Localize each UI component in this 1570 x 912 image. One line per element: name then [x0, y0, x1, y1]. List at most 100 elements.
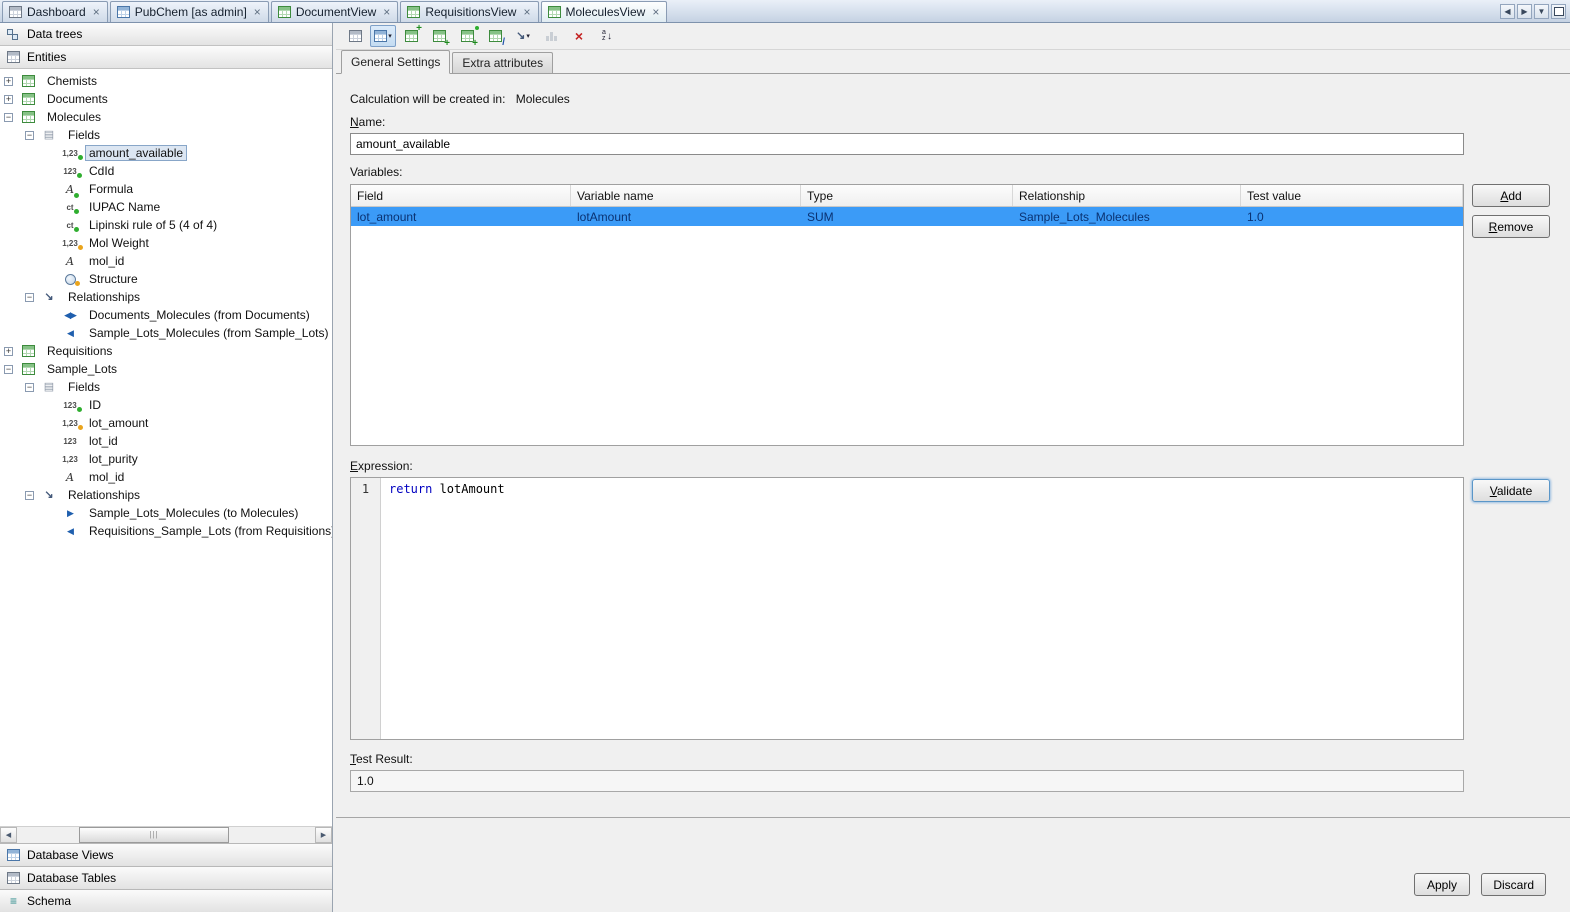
- scroll-right-icon[interactable]: ▶: [315, 827, 332, 843]
- tree-expander[interactable]: [46, 257, 55, 266]
- tree-item[interactable]: 1,23 lot_amount: [0, 414, 332, 432]
- delete-icon[interactable]: ×: [566, 25, 592, 47]
- relationship-tool-icon[interactable]: ↘▾: [510, 25, 536, 47]
- add-button[interactable]: Add: [1472, 184, 1550, 207]
- tree-expander[interactable]: [46, 203, 55, 212]
- scroll-left-icon[interactable]: ◀: [0, 827, 17, 843]
- tree-expander[interactable]: −: [25, 383, 34, 392]
- add-field-icon[interactable]: +: [426, 25, 452, 47]
- tree-item[interactable]: A mol_id: [0, 468, 332, 486]
- tree-expander[interactable]: [46, 221, 55, 230]
- table-cell[interactable]: 1.0: [1241, 207, 1463, 226]
- column-header[interactable]: Variable name: [571, 185, 801, 206]
- tree-expander[interactable]: [46, 527, 55, 536]
- tree-item[interactable]: − Molecules: [0, 108, 332, 126]
- tree-expander[interactable]: +: [4, 77, 13, 86]
- tree-item[interactable]: ◀ Sample_Lots_Molecules (from Sample_Lot…: [0, 324, 332, 342]
- edit-table-icon[interactable]: /: [482, 25, 508, 47]
- remove-button[interactable]: Remove: [1472, 215, 1550, 238]
- tree-expander[interactable]: −: [4, 113, 13, 122]
- data-trees-header[interactable]: Data trees: [0, 23, 332, 46]
- tree-item[interactable]: − ↘ Relationships: [0, 288, 332, 306]
- tree-item[interactable]: − Sample_Lots: [0, 360, 332, 378]
- tree-item[interactable]: ct Lipinski rule of 5 (4 of 4): [0, 216, 332, 234]
- tree-item[interactable]: A Formula: [0, 180, 332, 198]
- view-tab[interactable]: MoleculesView ×: [541, 1, 668, 22]
- tree-item[interactable]: ◀▶ Documents_Molecules (from Documents): [0, 306, 332, 324]
- tree-expander[interactable]: [46, 275, 55, 284]
- tree-item[interactable]: − ▤ Fields: [0, 378, 332, 396]
- scrollbar-thumb[interactable]: |||: [79, 827, 229, 843]
- column-header[interactable]: Type: [801, 185, 1013, 206]
- tree-item[interactable]: 1,23 amount_available: [0, 144, 332, 162]
- tree-expander[interactable]: [46, 149, 55, 158]
- settings-tab[interactable]: Extra attributes: [452, 52, 553, 73]
- table-cell[interactable]: Sample_Lots_Molecules: [1013, 207, 1241, 226]
- tree-expander[interactable]: [46, 473, 55, 482]
- column-header[interactable]: Test value: [1241, 185, 1463, 206]
- tree-expander[interactable]: [46, 239, 55, 248]
- close-tab-icon[interactable]: ×: [523, 7, 530, 17]
- close-tab-icon[interactable]: ×: [652, 7, 659, 17]
- tree-item[interactable]: A mol_id: [0, 252, 332, 270]
- tree-item[interactable]: ▶ Sample_Lots_Molecules (to Molecules): [0, 504, 332, 522]
- tree-item[interactable]: 123 ID: [0, 396, 332, 414]
- tab-list-dropdown-icon[interactable]: ▼: [1534, 4, 1549, 19]
- test-result-field[interactable]: 1.0: [350, 770, 1464, 792]
- chart-icon[interactable]: [538, 25, 564, 47]
- tree-item[interactable]: 1,23 lot_purity: [0, 450, 332, 468]
- tree-expander[interactable]: [46, 311, 55, 320]
- tree-expander[interactable]: [46, 455, 55, 464]
- sidebar-horizontal-scrollbar[interactable]: ◀ ||| ▶: [0, 826, 332, 843]
- tree-expander[interactable]: [46, 419, 55, 428]
- table-row[interactable]: lot_amountlotAmountSUMSample_Lots_Molecu…: [351, 207, 1463, 226]
- column-header[interactable]: Relationship: [1013, 185, 1241, 206]
- tree-expander[interactable]: −: [25, 293, 34, 302]
- table-cell[interactable]: lotAmount: [571, 207, 801, 226]
- tree-item[interactable]: + Chemists: [0, 72, 332, 90]
- add-calculated-field-icon[interactable]: +: [454, 25, 480, 47]
- table-cell[interactable]: lot_amount: [351, 207, 571, 226]
- close-tab-icon[interactable]: ×: [93, 7, 100, 17]
- tree-expander[interactable]: [46, 167, 55, 176]
- tree-item[interactable]: − ▤ Fields: [0, 126, 332, 144]
- new-table-icon[interactable]: +: [398, 25, 424, 47]
- view-tab[interactable]: DocumentView ×: [271, 1, 399, 22]
- close-tab-icon[interactable]: ×: [254, 7, 261, 17]
- scroll-tabs-right-icon[interactable]: ▶: [1517, 4, 1532, 19]
- expression-editor[interactable]: 1 return lotAmount: [350, 477, 1464, 740]
- sidebar-section-bar[interactable]: Database Views: [0, 843, 332, 866]
- tree-item[interactable]: 123 lot_id: [0, 432, 332, 450]
- scroll-tabs-left-icon[interactable]: ◀: [1500, 4, 1515, 19]
- table-cell[interactable]: SUM: [801, 207, 1013, 226]
- tree-item[interactable]: Structure: [0, 270, 332, 288]
- sidebar-section-bar[interactable]: Database Tables: [0, 866, 332, 889]
- restore-panel-icon[interactable]: [1551, 4, 1566, 19]
- column-header[interactable]: Field: [351, 185, 571, 206]
- tree-item[interactable]: ct IUPAC Name: [0, 198, 332, 216]
- table-view-icon[interactable]: ▾: [370, 25, 396, 47]
- sort-icon[interactable]: az↓: [594, 25, 620, 47]
- tree-item[interactable]: + Requisitions: [0, 342, 332, 360]
- tree-expander[interactable]: −: [25, 131, 34, 140]
- tree-expander[interactable]: [46, 329, 55, 338]
- tree-expander[interactable]: +: [4, 95, 13, 104]
- tree-item[interactable]: 123 CdId: [0, 162, 332, 180]
- tree-expander[interactable]: +: [4, 347, 13, 356]
- validate-button[interactable]: Validate: [1472, 479, 1550, 502]
- tree-item[interactable]: ◀ Requisitions_Sample_Lots (from Requisi…: [0, 522, 332, 540]
- tree-expander[interactable]: [46, 437, 55, 446]
- tree-expander[interactable]: −: [25, 491, 34, 500]
- tree-expander[interactable]: −: [4, 365, 13, 374]
- view-tab[interactable]: RequisitionsView ×: [400, 1, 538, 22]
- settings-tab[interactable]: General Settings: [341, 50, 450, 74]
- sidebar-section-bar[interactable]: ≡ Schema: [0, 889, 332, 912]
- discard-button[interactable]: Discard: [1481, 873, 1546, 896]
- close-tab-icon[interactable]: ×: [383, 7, 390, 17]
- entities-header[interactable]: Entities: [0, 46, 332, 69]
- scrollbar-track[interactable]: |||: [17, 827, 315, 843]
- tree-expander[interactable]: [46, 401, 55, 410]
- expression-code[interactable]: return lotAmount: [381, 478, 1463, 739]
- name-input[interactable]: [350, 133, 1464, 155]
- grid-settings-icon[interactable]: [342, 25, 368, 47]
